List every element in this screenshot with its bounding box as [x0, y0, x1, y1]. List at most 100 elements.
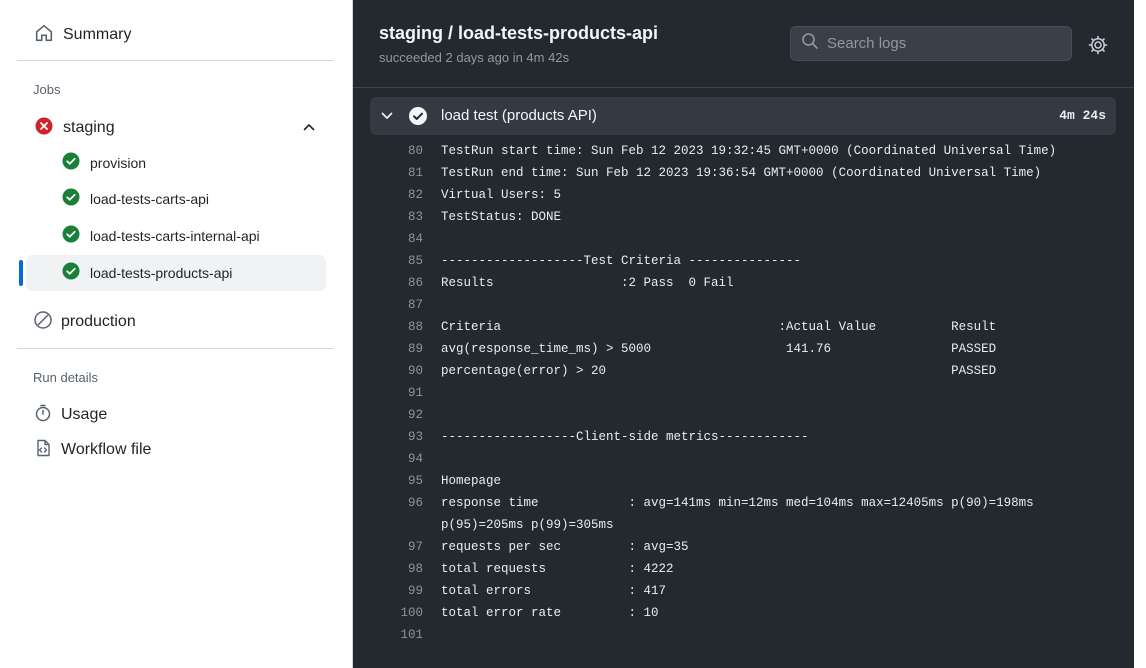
scrollbar[interactable]: [1134, 0, 1146, 668]
line-number[interactable]: 87: [353, 294, 423, 316]
log-line: 99 total errors : 417: [353, 580, 1134, 602]
log-line: 82 Virtual Users: 5: [353, 184, 1134, 206]
divider: [17, 348, 334, 349]
line-number[interactable]: 94: [353, 448, 423, 470]
chevron-down-icon[interactable]: [380, 109, 394, 128]
log-text: percentage(error) > 20 PASSED: [441, 364, 997, 378]
usage-link[interactable]: Usage: [17, 402, 334, 428]
check-circle-fill-icon: [62, 262, 80, 285]
log-text: avg(response_time_ms) > 5000 141.76 PASS…: [441, 342, 997, 356]
x-circle-fill-icon: [35, 117, 53, 140]
log-text: ------------------Client-side metrics---…: [441, 430, 809, 444]
check-circle-fill-icon: [62, 225, 80, 248]
step-duration: 4m 24s: [1059, 108, 1106, 123]
log-line: 89 avg(response_time_ms) > 5000 141.76 PA…: [353, 338, 1134, 360]
search-input[interactable]: [827, 35, 1067, 52]
line-number[interactable]: 86: [353, 272, 423, 294]
production-label: production: [61, 313, 136, 330]
log-panel: staging / load-tests-products-api succee…: [353, 0, 1134, 668]
file-code-icon: [33, 438, 53, 463]
line-number[interactable]: 100: [353, 602, 423, 624]
line-number[interactable]: 81: [353, 162, 423, 184]
job-item-active[interactable]: load-tests-products-api: [26, 255, 326, 291]
log-header: staging / load-tests-products-api succee…: [353, 0, 1134, 88]
run-details-heading: Run details: [33, 370, 99, 385]
sidebar: Summary Jobs staging provision load-test…: [0, 0, 353, 668]
active-indicator: [19, 260, 23, 286]
line-number[interactable]: 99: [353, 580, 423, 602]
gear-icon[interactable]: [1088, 35, 1108, 60]
step-header[interactable]: load test (products API) 4m 24s: [370, 97, 1116, 135]
line-number[interactable]: 89: [353, 338, 423, 360]
summary-link[interactable]: Summary: [17, 20, 334, 50]
log-line: 101: [353, 624, 1134, 646]
log-line: 91: [353, 382, 1134, 404]
chevron-up-icon[interactable]: [302, 120, 316, 139]
workflow-file-link[interactable]: Workflow file: [17, 437, 334, 463]
log-line: 88 Criteria :Actual Value Result: [353, 316, 1134, 338]
line-number[interactable]: 101: [353, 624, 423, 646]
step-name: load test (products API): [441, 107, 597, 124]
line-number[interactable]: 98: [353, 558, 423, 580]
stopwatch-icon: [33, 403, 53, 428]
job-label: load-tests-carts-api: [90, 191, 210, 207]
log-line: 87: [353, 294, 1134, 316]
divider: [17, 60, 334, 61]
workflow-group-production[interactable]: production: [17, 308, 334, 336]
line-number[interactable]: 91: [353, 382, 423, 404]
log-text: total requests : 4222: [441, 562, 674, 576]
log-line: 90 percentage(error) > 20 PASSED: [353, 360, 1134, 382]
line-number[interactable]: 80: [353, 140, 423, 162]
search-logs-box[interactable]: [790, 26, 1072, 61]
log-line: 98 total requests : 4222: [353, 558, 1134, 580]
line-number[interactable]: 95: [353, 470, 423, 492]
jobs-heading: Jobs: [33, 82, 61, 97]
line-number[interactable]: 97: [353, 536, 423, 558]
log-line: 81 TestRun end time: Sun Feb 12 2023 19:3…: [353, 162, 1134, 184]
job-label: load-tests-carts-internal-api: [90, 228, 260, 244]
log-text: Virtual Users: 5: [441, 188, 562, 202]
line-number[interactable]: 83: [353, 206, 423, 228]
home-icon: [35, 24, 53, 47]
log-text: Homepage: [441, 474, 502, 488]
log-line: 97 requests per sec : avg=35: [353, 536, 1134, 558]
check-circle-fill-icon: [62, 152, 80, 175]
line-number[interactable]: 88: [353, 316, 423, 338]
line-number[interactable]: 84: [353, 228, 423, 250]
log-line: 86 Results :2 Pass 0 Fail: [353, 272, 1134, 294]
workflow-file-label: Workflow file: [61, 441, 152, 458]
line-number[interactable]: 82: [353, 184, 423, 206]
line-number[interactable]: 90: [353, 360, 423, 382]
log-line: 83 TestStatus: DONE: [353, 206, 1134, 228]
workflow-group-staging[interactable]: staging: [17, 114, 334, 142]
log-line: 85 -------------------Test Criteria -----…: [353, 250, 1134, 272]
log-output: 80 TestRun start time: Sun Feb 12 2023 19…: [353, 140, 1134, 646]
log-text: requests per sec : avg=35: [441, 540, 689, 554]
job-item[interactable]: load-tests-carts-internal-api: [26, 218, 326, 254]
job-label: load-tests-products-api: [90, 265, 233, 281]
line-number[interactable]: 85: [353, 250, 423, 272]
log-text: response time : avg=141ms min=12ms med=1…: [441, 496, 1042, 532]
usage-label: Usage: [61, 406, 108, 423]
workflow-group-label: staging: [63, 119, 115, 136]
page-title: staging / load-tests-products-api: [379, 23, 659, 43]
log-text: total errors : 417: [441, 584, 667, 598]
line-number[interactable]: 96: [353, 492, 423, 536]
log-text: TestRun end time: Sun Feb 12 2023 19:36:…: [441, 166, 1042, 180]
line-number[interactable]: 92: [353, 404, 423, 426]
log-line: 96 response time : avg=141ms min=12ms med…: [353, 492, 1134, 536]
job-item[interactable]: provision: [26, 145, 326, 181]
log-line: 95 Homepage: [353, 470, 1134, 492]
log-text: TestRun start time: Sun Feb 12 2023 19:3…: [441, 144, 1057, 158]
job-item[interactable]: load-tests-carts-api: [26, 181, 326, 217]
log-line: 100 total error rate : 10: [353, 602, 1134, 624]
log-text: Criteria :Actual Value Result: [441, 320, 997, 334]
log-line: 84: [353, 228, 1134, 250]
line-number[interactable]: 93: [353, 426, 423, 448]
